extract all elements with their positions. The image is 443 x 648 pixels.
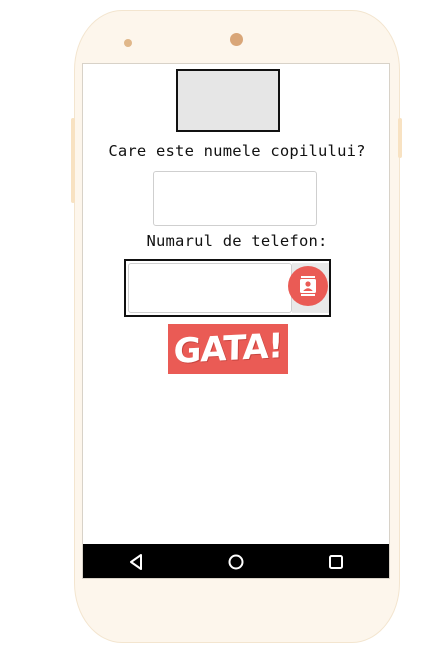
power-button — [398, 118, 402, 158]
home-circle-icon — [228, 554, 244, 570]
proximity-sensor — [124, 39, 132, 47]
contact-picker-button[interactable] — [288, 266, 328, 306]
back-button[interactable] — [126, 552, 146, 572]
contacts-icon — [300, 276, 316, 296]
phone-number-group — [124, 259, 331, 317]
back-triangle-icon — [130, 554, 142, 570]
phone-number-input[interactable] — [128, 263, 292, 313]
android-navigation-bar — [83, 544, 389, 578]
recent-apps-button[interactable] — [326, 552, 346, 572]
front-camera — [230, 33, 243, 46]
child-photo-placeholder[interactable] — [176, 69, 280, 132]
recent-square-icon — [329, 555, 343, 569]
phone-number-label: Numarul de telefon: — [146, 232, 328, 250]
home-button[interactable] — [226, 552, 246, 572]
volume-button — [71, 118, 75, 203]
done-button[interactable]: GATA! — [168, 324, 288, 374]
child-name-label: Care este numele copilului? — [108, 142, 366, 160]
done-button-label: GATA! — [173, 326, 283, 372]
child-name-input[interactable] — [153, 171, 317, 226]
phone-screen: Care este numele copilului? Numarul de t… — [82, 63, 390, 579]
